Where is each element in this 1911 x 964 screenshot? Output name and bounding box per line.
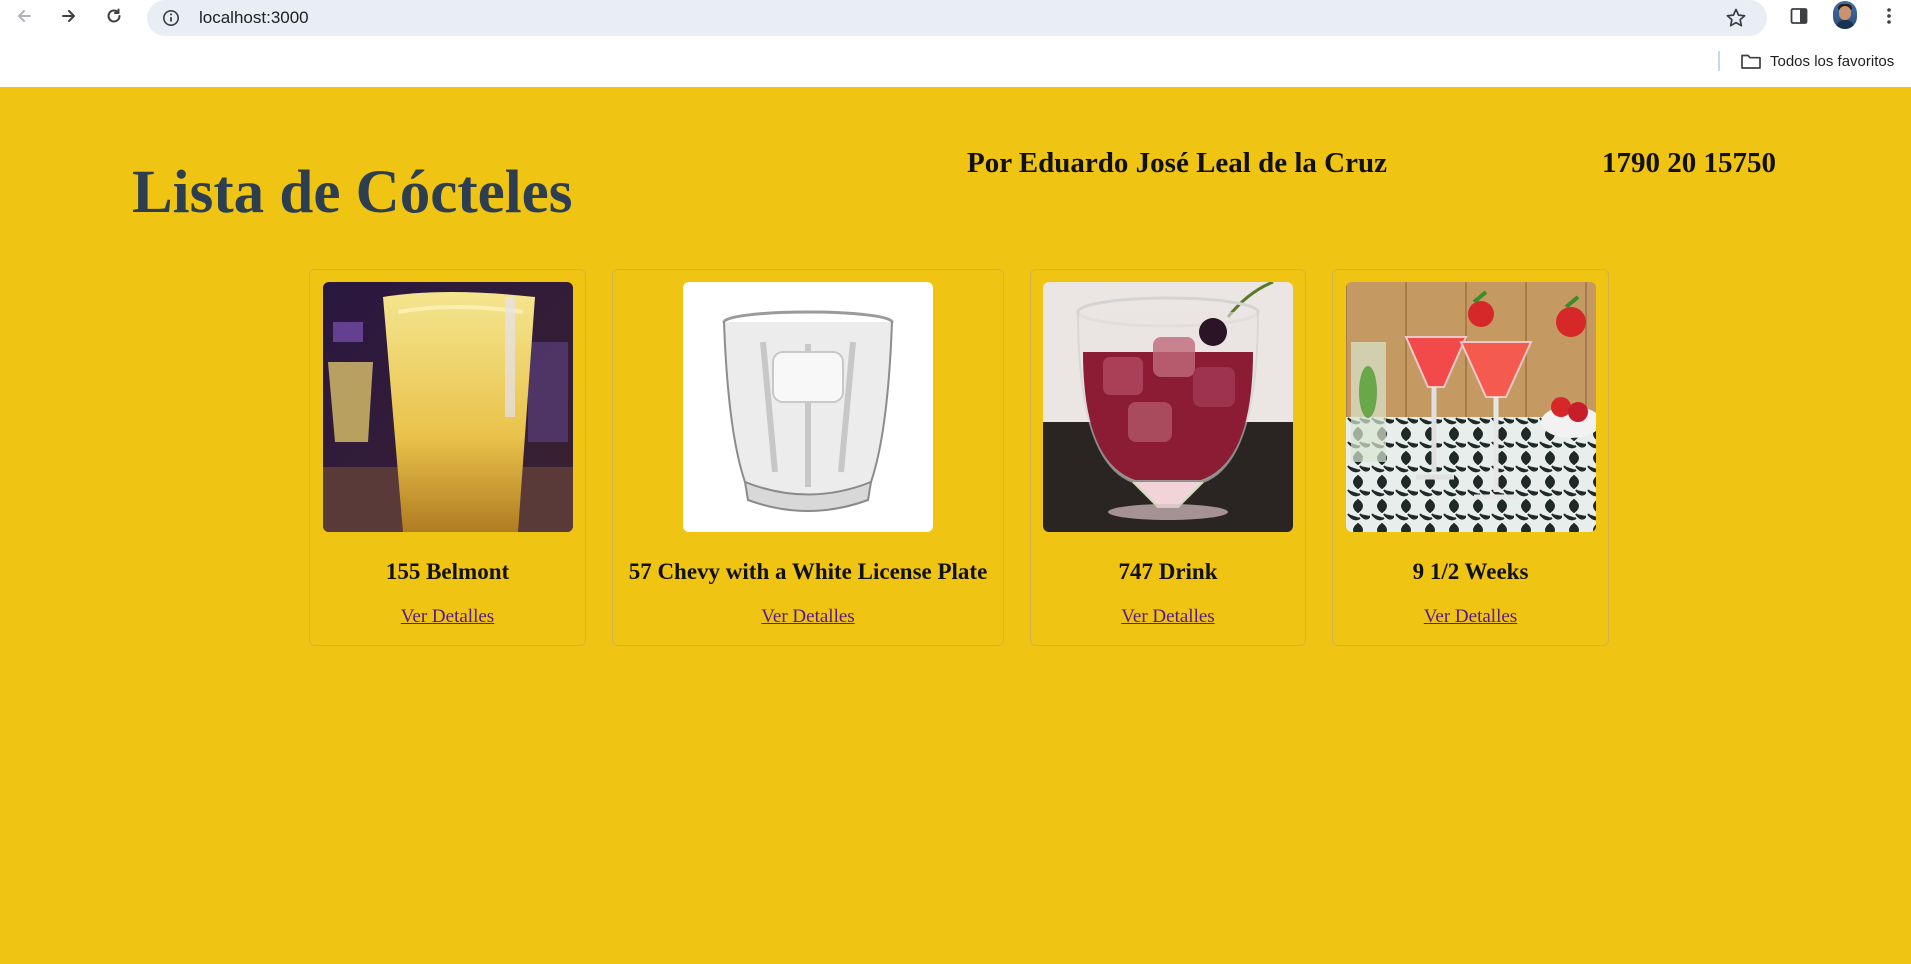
cocktail-image: [322, 282, 573, 532]
reload-icon: [107, 8, 121, 23]
cocktail-card: 747 Drink Ver Detalles: [1030, 269, 1306, 646]
id-number-heading: 1790 20 15750: [1602, 147, 1776, 179]
side-panel-icon: [1790, 8, 1808, 24]
bookmarks-bar: Todos los favoritos: [0, 46, 1911, 76]
cocktail-name: 57 Chevy with a White License Plate: [628, 559, 988, 584]
cocktail-list: 155 Belmont Ver Detalles 57 Chevy with a…: [309, 269, 1609, 646]
folder-icon: [1741, 54, 1761, 69]
author-heading: Por Eduardo José Leal de la Cruz: [967, 147, 1387, 179]
kebab-menu-icon: [1887, 8, 1891, 24]
cocktail-name: 9 1/2 Weeks: [1412, 559, 1529, 584]
bookmarks-separator: [1718, 51, 1720, 71]
site-info-icon[interactable]: [161, 8, 181, 28]
all-bookmarks-folder[interactable]: Todos los favoritos: [1740, 52, 1894, 70]
cocktail-name: 155 Belmont: [385, 559, 510, 584]
view-details-link[interactable]: Ver Detalles: [761, 607, 854, 626]
profile-avatar[interactable]: [1833, 1, 1857, 29]
cocktail-image: [683, 282, 933, 532]
side-panel-button[interactable]: [1786, 3, 1812, 29]
view-details-link[interactable]: Ver Detalles: [401, 607, 494, 626]
browser-chrome: localhost:3000 Todos los favoritos: [0, 0, 1911, 87]
page-content: Lista de Cócteles Por Eduardo José Leal …: [0, 87, 1911, 964]
cocktail-card: 9 1/2 Weeks Ver Detalles: [1332, 269, 1609, 646]
page-title: Lista de Cócteles: [132, 159, 573, 226]
address-bar[interactable]: localhost:3000: [147, 0, 1767, 36]
forward-button[interactable]: [56, 3, 82, 29]
forward-arrow-icon: [62, 10, 75, 22]
cocktail-name: 747 Drink: [1118, 559, 1218, 584]
view-details-link[interactable]: Ver Detalles: [1424, 607, 1517, 626]
back-button[interactable]: [11, 3, 37, 29]
view-details-link[interactable]: Ver Detalles: [1121, 607, 1214, 626]
back-arrow-icon: [18, 10, 31, 22]
bookmarks-folder-label: Todos los favoritos: [1770, 52, 1895, 70]
cocktail-image: [1345, 282, 1596, 532]
cocktail-image: [1043, 282, 1293, 532]
cocktail-card: 57 Chevy with a White License Plate Ver …: [612, 269, 1004, 646]
bookmark-star-icon[interactable]: [1725, 7, 1747, 29]
browser-toolbar: localhost:3000: [0, 0, 1911, 36]
cocktail-card: 155 Belmont Ver Detalles: [309, 269, 586, 646]
address-url: localhost:3000: [199, 8, 309, 27]
browser-menu-button[interactable]: [1876, 3, 1902, 29]
reload-button[interactable]: [101, 3, 127, 29]
